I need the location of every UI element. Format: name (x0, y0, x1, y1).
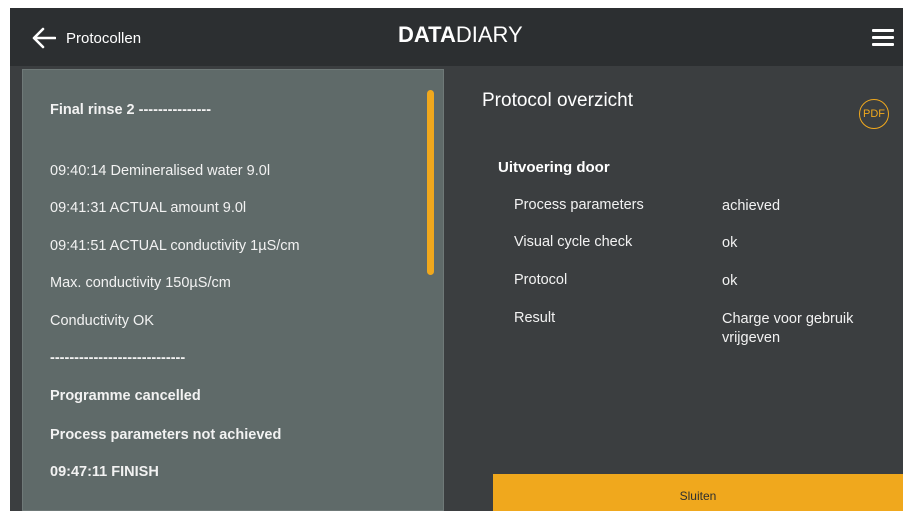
log-line: Max. conductivity 150µS/cm (50, 275, 231, 291)
log-line: Final rinse 2 --------------- (50, 102, 212, 118)
panel-title: Protocol overzicht (482, 90, 634, 111)
brand-logo-bold: DATA (398, 22, 456, 47)
arrow-left-icon (32, 27, 56, 49)
app-window: Protocollen DATADIARY Final rinse 2 ----… (10, 8, 903, 511)
back-button[interactable]: Protocollen (32, 25, 141, 51)
row-label-process-parameters: Process parameters (514, 197, 644, 213)
log-line: Process parameters not achieved (50, 427, 282, 443)
brand-logo-light: DIARY (455, 22, 523, 47)
row-value-protocol: ok (722, 273, 738, 289)
brand-logo: DATADIARY (398, 22, 523, 48)
row-label-visual-cycle-check: Visual cycle check (514, 234, 633, 250)
log-line: 09:41:31 ACTUAL amount 9.0l (50, 200, 247, 216)
log-line: Programme cancelled (50, 388, 201, 404)
row-value-result: Charge voor gebruik vrijgeven (722, 311, 854, 346)
pdf-icon[interactable]: PDF (859, 99, 889, 129)
top-bar: Protocollen DATADIARY (10, 8, 903, 66)
log-line: 09:41:51 ACTUAL conductivity 1µS/cm (50, 238, 300, 254)
log-line: ---------------------------- (50, 350, 186, 366)
close-button[interactable]: Sluiten (493, 474, 903, 511)
log-line: 09:40:14 Demineralised water 9.0l (50, 163, 271, 179)
log-line: Conductivity OK (50, 313, 154, 329)
log-line: 09:47:11 FINISH (50, 464, 159, 480)
hamburger-menu-icon[interactable] (872, 29, 894, 47)
protocol-log-panel[interactable]: Final rinse 2 --------------- 09:40:14 D… (22, 69, 444, 511)
log-scrollbar-thumb[interactable] (427, 90, 434, 275)
row-label-protocol: Protocol (514, 272, 568, 288)
row-value-visual-cycle-check: ok (722, 235, 738, 251)
protocol-overview-panel: Protocol overzicht PDF Uitvoering door P… (444, 66, 903, 511)
row-value-process-parameters: achieved (722, 198, 781, 214)
row-label-result: Result (514, 310, 556, 326)
section-heading: Uitvoering door (498, 159, 610, 176)
back-label: Protocollen (66, 29, 142, 47)
